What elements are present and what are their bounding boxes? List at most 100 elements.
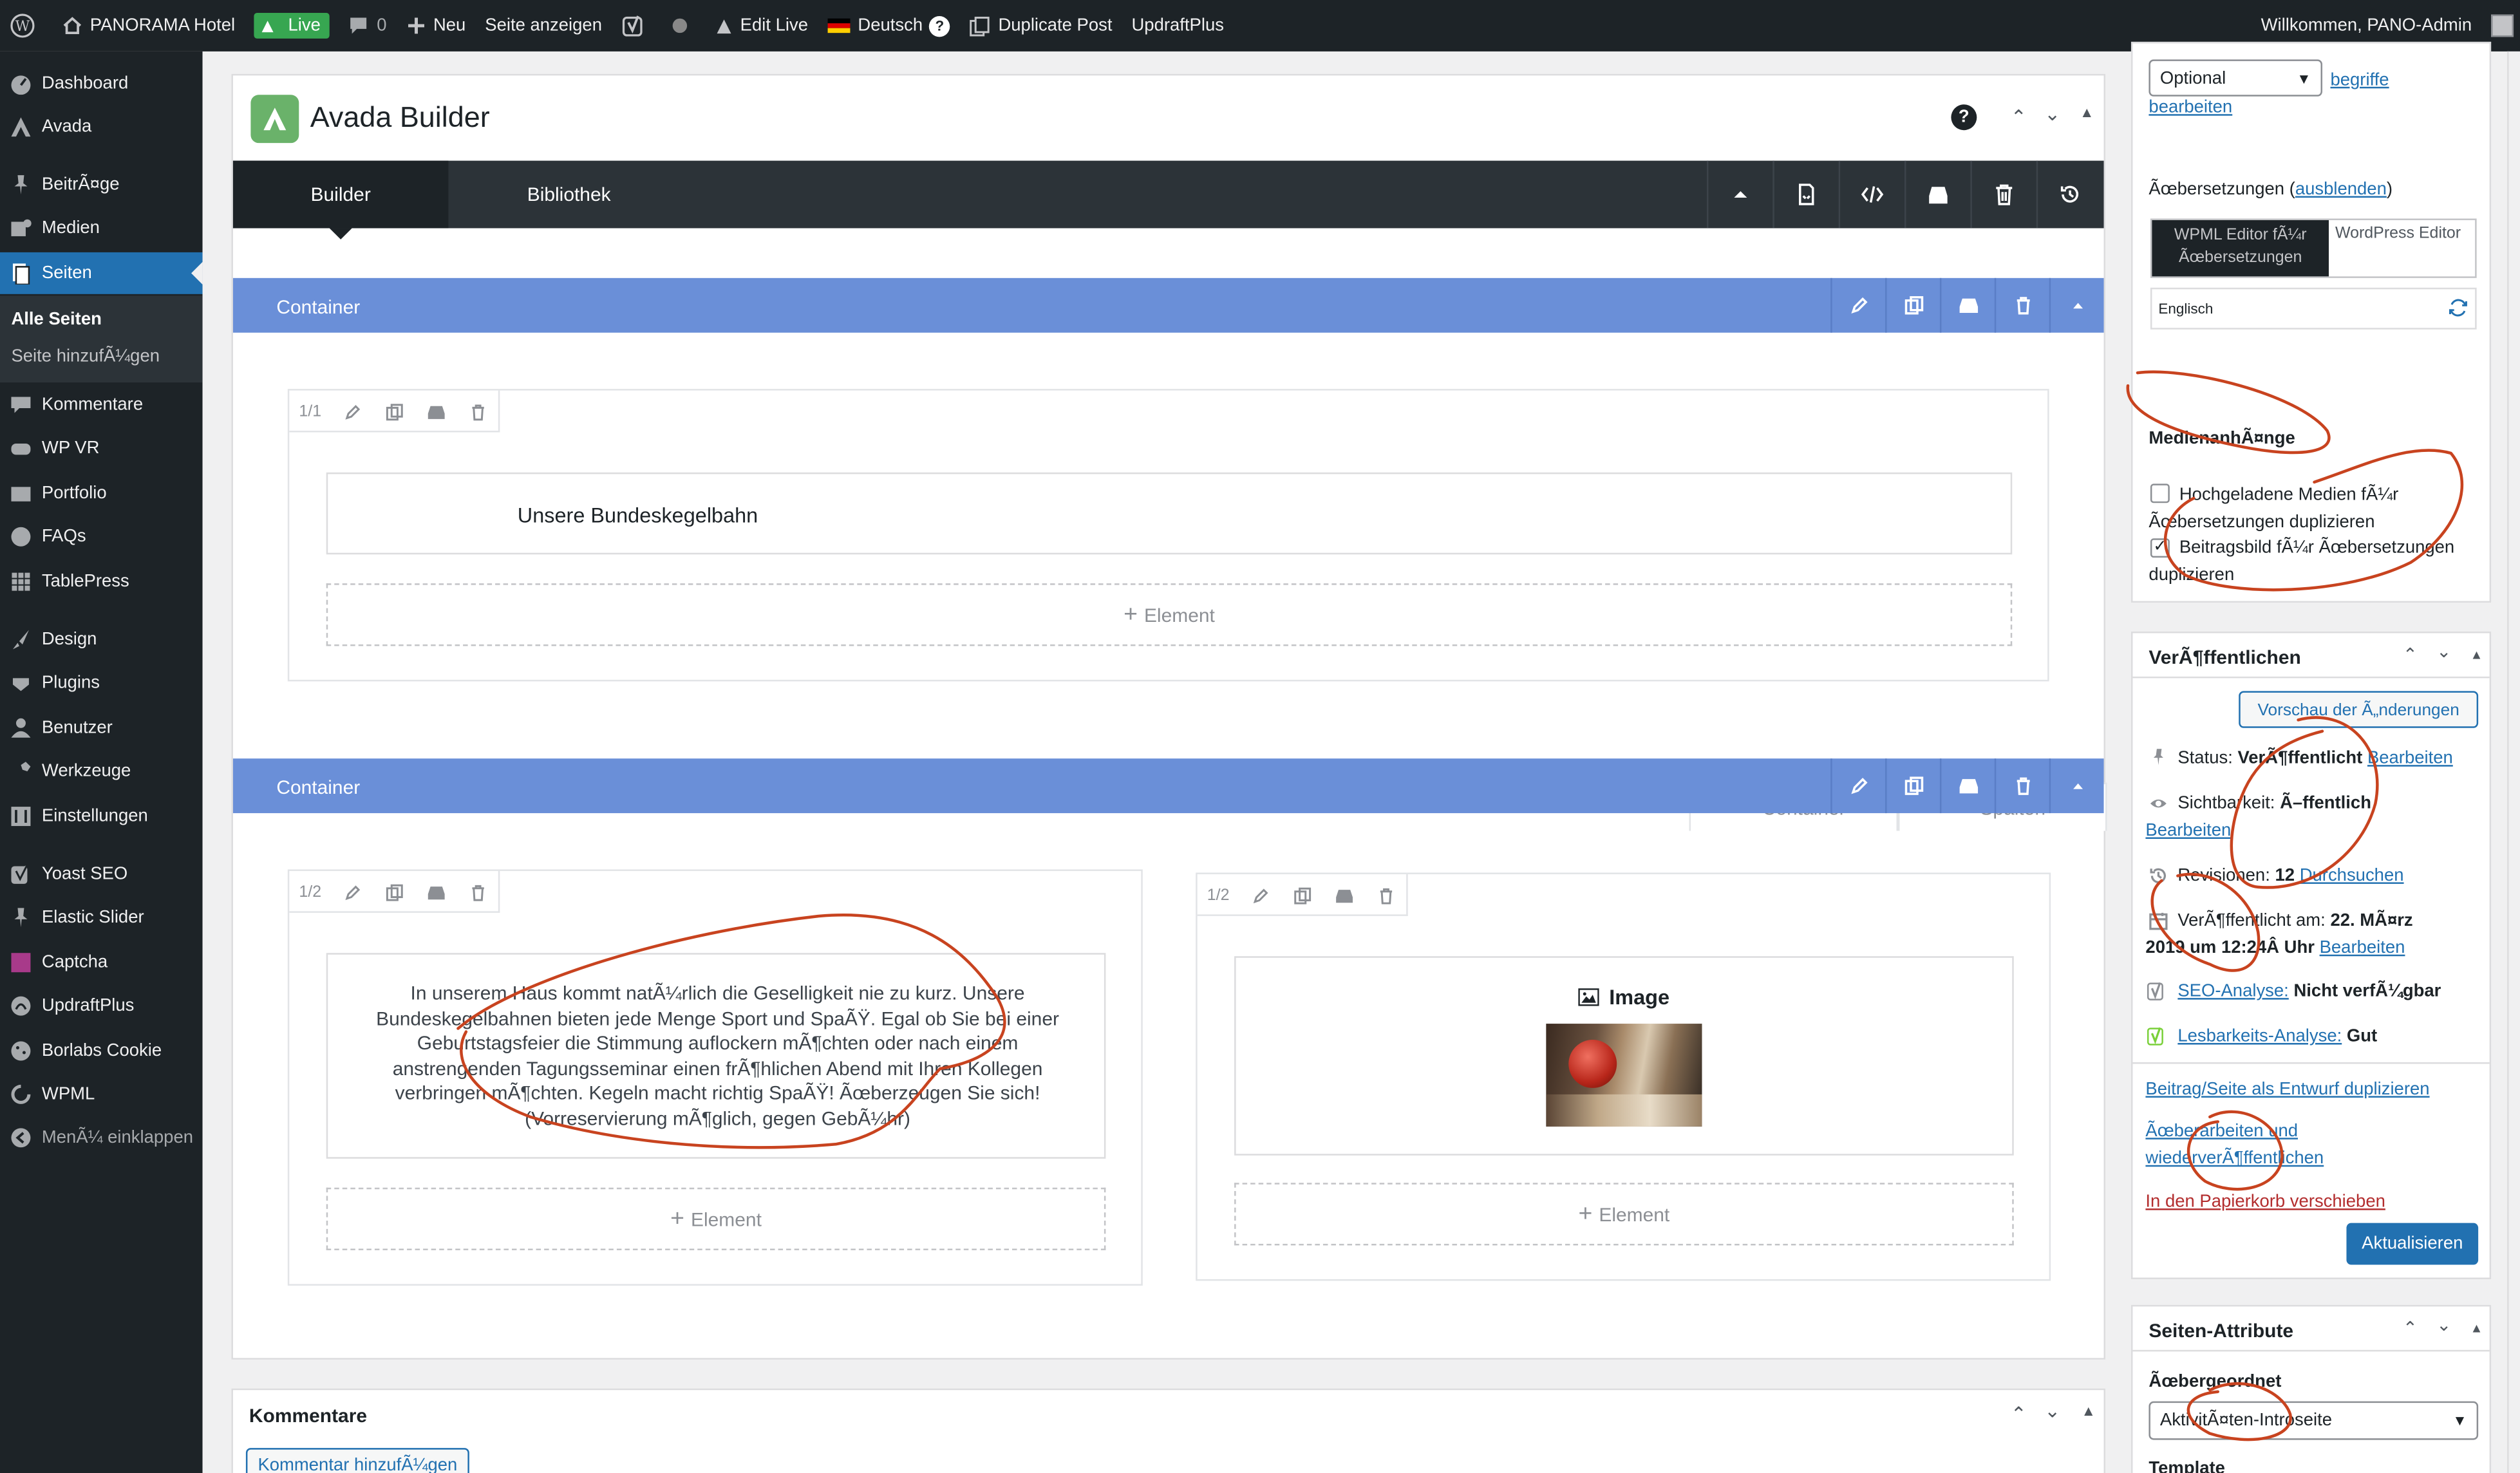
wordpress-logo-icon[interactable]: W xyxy=(0,0,53,52)
sidebar-item-yoast-seo[interactable]: Yoast SEO xyxy=(0,853,203,895)
sidebar-item-updraftplus[interactable]: UpdraftPlus xyxy=(0,985,203,1027)
sidebar-item-plugins[interactable]: Plugins xyxy=(0,662,203,704)
edit-date-link[interactable]: Bearbeiten xyxy=(2320,939,2405,958)
history-icon[interactable] xyxy=(2036,160,2102,229)
tab-builder[interactable]: Builder xyxy=(232,160,449,239)
move-down-icon[interactable]: ⌄ xyxy=(2436,641,2451,662)
move-up-icon[interactable]: ⌃ xyxy=(2403,1318,2418,1338)
edit-icon[interactable] xyxy=(1830,758,1885,814)
help-icon[interactable]: ? xyxy=(1951,104,1977,131)
sidebar-item-portfolio[interactable]: Portfolio xyxy=(0,473,203,514)
view-page-link[interactable]: Seite anzeigen xyxy=(475,0,612,52)
parent-page-select[interactable]: AktivitÃ¤ten-Introseite ▼ xyxy=(2149,1401,2479,1440)
container-bar[interactable]: Container xyxy=(232,277,2104,333)
sidebar-item-tablepress[interactable]: TablePress xyxy=(0,561,203,603)
toggle-panel-icon[interactable]: ▲ xyxy=(2082,1403,2096,1419)
sidebar-item-design[interactable]: Design xyxy=(0,619,203,661)
collapse-icon[interactable] xyxy=(2049,758,2104,814)
clone-icon[interactable] xyxy=(1885,758,1940,814)
comments-link[interactable]: 0 xyxy=(340,0,397,52)
toggle-panel-icon[interactable]: ▲ xyxy=(2470,1321,2483,1335)
edit-live-link[interactable]: Edit Live xyxy=(705,0,818,52)
column-size-label[interactable]: 1/2 xyxy=(289,871,331,913)
edit-icon[interactable] xyxy=(1830,277,1885,333)
edit-terms-link[interactable]: begriffe bearbeiten xyxy=(2149,68,2470,122)
column-size-label[interactable]: 1/1 xyxy=(289,391,331,433)
move-up-icon[interactable]: ⌃ xyxy=(2403,644,2418,665)
save-icon[interactable] xyxy=(415,871,456,913)
sidebar-item-seiten[interactable]: Seiten xyxy=(0,252,203,294)
save-icon[interactable] xyxy=(1322,874,1364,916)
tab-library[interactable]: Bibliothek xyxy=(448,161,689,229)
move-to-trash-link[interactable]: In den Papierkorb verschieben xyxy=(2145,1192,2385,1212)
delete-all-icon[interactable] xyxy=(1970,160,2036,229)
save-library-icon[interactable] xyxy=(1904,160,1970,229)
add-comment-button[interactable]: Kommentar hinzufÃ¼gen xyxy=(245,1448,469,1473)
import-code-icon[interactable] xyxy=(1772,160,1838,229)
sidebar-item-benutzer[interactable]: Benutzer xyxy=(0,707,203,749)
add-element-button[interactable]: + Element xyxy=(326,1187,1106,1251)
move-up-icon[interactable]: ⌃ xyxy=(2011,1403,2027,1425)
seo-analysis-link[interactable]: SEO-Analyse: xyxy=(2177,982,2288,1001)
delete-icon[interactable] xyxy=(1994,277,2049,333)
delete-icon[interactable] xyxy=(1994,758,2049,814)
edit-icon[interactable] xyxy=(331,871,373,913)
update-button[interactable]: Aktualisieren xyxy=(2346,1223,2479,1265)
submenu-add-page[interactable]: Seite hinzufÃ¼gen xyxy=(11,347,160,366)
updraftplus-link[interactable]: UpdraftPlus xyxy=(1122,0,1234,52)
sidebar-item-kommentare[interactable]: Kommentare xyxy=(0,384,203,426)
container-bar[interactable]: Container xyxy=(232,758,2104,814)
language-switcher[interactable]: Deutsch ? xyxy=(818,0,960,52)
live-badge[interactable]: Live xyxy=(245,0,340,52)
duplicate-draft-link[interactable]: Beitrag/Seite als Entwurf duplizieren xyxy=(2145,1080,2429,1099)
sidebar-item-avada[interactable]: Avada xyxy=(0,106,203,148)
move-down-icon[interactable]: ⌄ xyxy=(2044,103,2060,126)
avatar[interactable] xyxy=(2491,14,2514,37)
text-element[interactable]: In unserem Haus kommt natÃ¼rlich die Ges… xyxy=(326,953,1106,1159)
toggle-panel-icon[interactable]: ▲ xyxy=(2470,648,2483,662)
collapse-menu-button[interactable]: MenÃ¼ einklappen xyxy=(0,1117,203,1159)
preview-changes-button[interactable]: Vorschau der Ã„nderungen xyxy=(2239,691,2479,728)
toggle-panel-icon[interactable]: ▲ xyxy=(2080,104,2094,120)
sidebar-item-wpml[interactable]: WPML xyxy=(0,1073,203,1115)
clone-icon[interactable] xyxy=(1281,874,1322,916)
sidebar-item-medien[interactable]: Medien xyxy=(0,207,203,249)
readability-analysis-link[interactable]: Lesbarkeits-Analyse: xyxy=(2177,1027,2342,1046)
wpml-editor-option[interactable]: WPML Editor fÃ¼r Ãœbersetzungen xyxy=(2152,220,2329,277)
save-icon[interactable] xyxy=(1939,758,1995,814)
sidebar-item-einstellungen[interactable]: Einstellungen xyxy=(0,796,203,838)
collapse-icon[interactable] xyxy=(2049,277,2104,333)
sidebar-item-werkzeuge[interactable]: Werkzeuge xyxy=(0,751,203,793)
sidebar-item-faqs[interactable]: FAQs xyxy=(0,516,203,558)
delete-icon[interactable] xyxy=(1364,874,1406,916)
rework-republish-link-2[interactable]: wiederverÃ¶ffentlichen xyxy=(2145,1149,2324,1168)
code-icon[interactable] xyxy=(1838,160,1904,229)
yoast-icon[interactable] xyxy=(612,0,661,52)
edit-status-link[interactable]: Bearbeiten xyxy=(2367,749,2453,768)
sidebar-item-dashboard[interactable]: Dashboard xyxy=(0,62,203,104)
language-row[interactable]: Englisch xyxy=(2150,287,2477,330)
scrollbar[interactable] xyxy=(2507,51,2520,1473)
sidebar-item-captcha[interactable]: Captcha xyxy=(0,942,203,984)
help-icon[interactable]: ? xyxy=(929,15,950,37)
new-content-link[interactable]: Neu xyxy=(397,0,476,52)
text-element[interactable]: Unsere Bundeskegelbahn xyxy=(326,472,2013,555)
sidebar-item-borlabs-cookie[interactable]: Borlabs Cookie xyxy=(0,1030,203,1072)
sidebar-item-beitr-ge[interactable]: BeitrÃ¤ge xyxy=(0,164,203,206)
move-down-icon[interactable]: ⌄ xyxy=(2436,1315,2451,1335)
add-element-button[interactable]: + Element xyxy=(326,583,2013,646)
edit-visibility-link[interactable]: Bearbeiten xyxy=(2145,821,2231,841)
clone-icon[interactable] xyxy=(1885,277,1940,333)
sidebar-item-elastic-slider[interactable]: Elastic Slider xyxy=(0,897,203,939)
edit-icon[interactable] xyxy=(1239,874,1281,916)
delete-icon[interactable] xyxy=(456,391,498,433)
submenu-all-pages[interactable]: Alle Seiten xyxy=(11,310,101,330)
image-element[interactable]: Image xyxy=(1234,956,2014,1156)
save-icon[interactable] xyxy=(415,391,456,433)
sidebar-item-wp-vr[interactable]: WP VR xyxy=(0,427,203,469)
clone-icon[interactable] xyxy=(373,391,415,433)
clone-icon[interactable] xyxy=(373,871,415,913)
save-icon[interactable] xyxy=(1939,277,1995,333)
site-name-link[interactable]: PANORAMA Hotel xyxy=(53,0,245,52)
wordpress-editor-option[interactable]: WordPress Editor xyxy=(2329,220,2475,276)
